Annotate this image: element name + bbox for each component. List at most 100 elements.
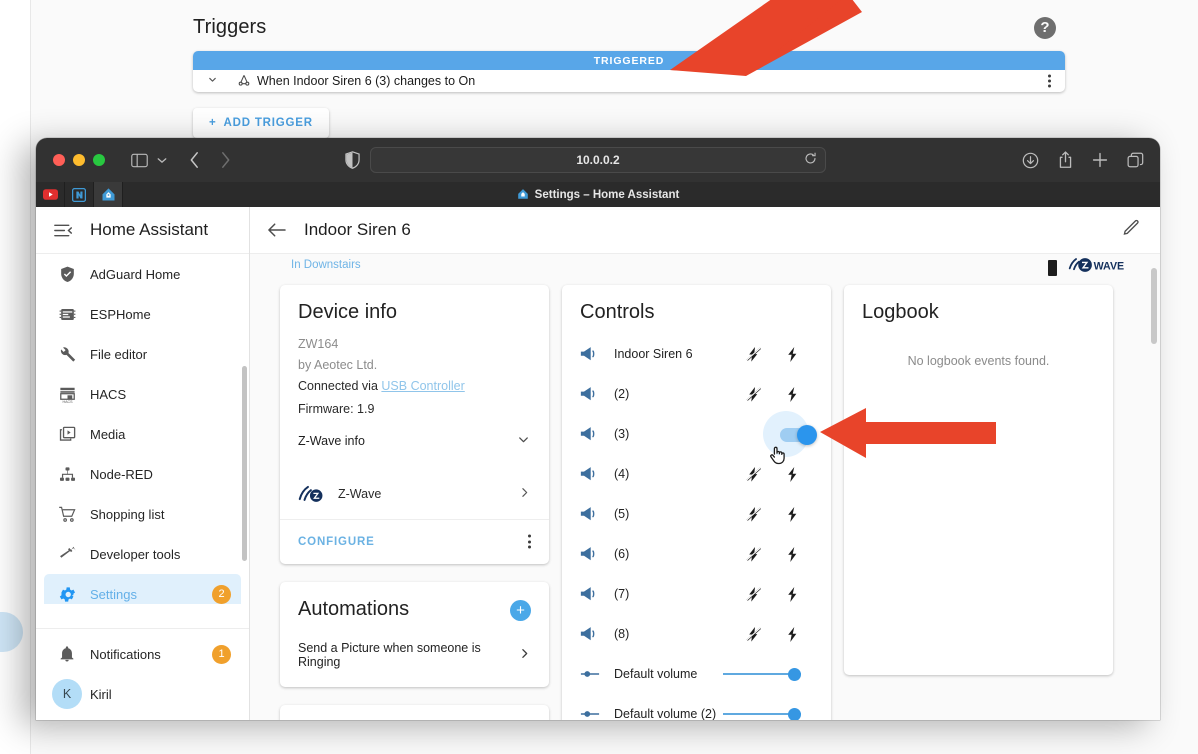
flash-off-icon[interactable]: [744, 506, 762, 523]
sidebar-toggle-icon[interactable]: [131, 153, 148, 168]
screenshot-root: Triggers ? TRIGGERED When Indoor Siren 6…: [0, 0, 1198, 754]
sidebar-item-esphome[interactable]: ESPHome: [44, 294, 241, 334]
sidebar-item-notifications[interactable]: Notifications 1: [44, 634, 241, 674]
flash-off-icon[interactable]: [744, 346, 762, 363]
downloads-icon[interactable]: [1022, 152, 1039, 169]
configure-button[interactable]: CONFIGURE: [298, 536, 375, 548]
help-circle-icon[interactable]: ?: [1034, 17, 1056, 39]
flash-icon[interactable]: [783, 626, 801, 643]
device-app-bar: Indoor Siren 6: [250, 207, 1160, 254]
window-traffic-lights[interactable]: [53, 154, 105, 166]
arrow-left-icon[interactable]: [250, 222, 304, 238]
flash-off-icon[interactable]: [744, 626, 762, 643]
sidebar-item-developer-tools[interactable]: Developer tools: [44, 534, 241, 574]
sidebar-item-shopping-list[interactable]: Shopping list: [44, 494, 241, 534]
sidebar-item-adguard-home[interactable]: AdGuard Home: [44, 254, 241, 294]
flash-icon[interactable]: [783, 546, 801, 563]
maximize-window-button[interactable]: [93, 154, 105, 166]
flash-icon[interactable]: [783, 346, 801, 363]
toolbar-right-icons: [1022, 138, 1144, 182]
sidebar-item-node-red[interactable]: Node-RED: [44, 454, 241, 494]
control-label: Default volume: [614, 667, 698, 681]
flash-off-icon[interactable]: [744, 466, 762, 483]
browser-back-button[interactable]: [189, 151, 200, 169]
new-tab-icon[interactable]: [1092, 152, 1108, 168]
control-actions: [744, 346, 815, 363]
close-window-button[interactable]: [53, 154, 65, 166]
sidebar-item-media[interactable]: Media: [44, 414, 241, 454]
sidebar-header: Home Assistant: [36, 207, 249, 254]
minimize-window-button[interactable]: [73, 154, 85, 166]
page-title: Indoor Siren 6: [304, 220, 411, 239]
flash-off-icon[interactable]: [744, 386, 762, 403]
control-row[interactable]: (7): [562, 574, 831, 614]
sidebar-item-file-editor[interactable]: File editor: [44, 334, 241, 374]
address-bar[interactable]: 10.0.0.2: [370, 147, 826, 173]
device-area-link[interactable]: In Downstairs: [291, 259, 361, 271]
control-row-slider[interactable]: Default volume: [562, 654, 831, 694]
tab-overview-icon[interactable]: [1127, 152, 1144, 169]
favorite-tab-youtube[interactable]: [36, 182, 65, 207]
plus-circle-icon[interactable]: +: [510, 599, 531, 621]
zwave-integration-row[interactable]: Z-Wave: [280, 468, 549, 519]
flash-off-icon[interactable]: [744, 586, 762, 603]
slider-handle[interactable]: [788, 667, 801, 681]
connected-via-prefix: Connected via: [298, 379, 382, 394]
volume-slider[interactable]: [723, 666, 801, 682]
avatar: K: [44, 679, 90, 709]
control-row[interactable]: (8): [562, 614, 831, 654]
browser-forward-button[interactable]: [220, 151, 231, 169]
reload-icon[interactable]: [804, 152, 817, 168]
control-label: (3): [614, 427, 630, 441]
sidebar-item-hacs[interactable]: HACS HACS: [44, 374, 241, 414]
sidebar-nav-list: AdGuard Home ESPHome File editor HACS HA…: [36, 254, 249, 604]
card-title: Controls: [580, 301, 655, 323]
content-scrollbar[interactable]: [1151, 268, 1157, 344]
sidebar-item-user[interactable]: K Kiril: [44, 674, 241, 714]
status-badge: 2: [212, 584, 231, 604]
sidebar-chevron-down-icon[interactable]: [157, 157, 167, 164]
slider-handle[interactable]: [788, 707, 801, 720]
control-row[interactable]: Indoor Siren 6: [562, 334, 831, 374]
kebab-menu-icon[interactable]: [528, 532, 531, 551]
flash-off-icon[interactable]: [744, 546, 762, 563]
kebab-menu-icon[interactable]: [1048, 73, 1051, 90]
control-row-slider[interactable]: Default volume (2): [562, 694, 831, 720]
chevron-down-icon[interactable]: [193, 73, 231, 89]
control-row[interactable]: (6): [562, 534, 831, 574]
control-row[interactable]: (5): [562, 494, 831, 534]
wrench-icon: [44, 345, 90, 364]
sidebar-item-label: Media: [90, 426, 126, 442]
siren-toggle-container[interactable]: [759, 411, 817, 464]
flash-icon[interactable]: [783, 386, 801, 403]
privacy-shield-icon[interactable]: [345, 151, 360, 169]
pencil-icon[interactable]: [1122, 219, 1140, 242]
favorite-tab-blue-app[interactable]: [65, 182, 94, 207]
control-row-toggle[interactable]: (3): [562, 411, 831, 464]
automation-list-item[interactable]: Send a Picture when someone is Ringing: [280, 627, 549, 687]
share-icon[interactable]: [1058, 151, 1073, 169]
favorite-tab-home-assistant[interactable]: [94, 182, 123, 207]
volume-slider[interactable]: [723, 706, 801, 720]
bullhorn-icon: [580, 426, 614, 442]
add-trigger-button[interactable]: + ADD TRIGGER: [193, 108, 329, 138]
sidebar-title: Home Assistant: [90, 220, 209, 239]
control-label: (5): [614, 507, 630, 521]
menu-collapse-icon[interactable]: [36, 223, 90, 238]
trigger-card[interactable]: TRIGGERED When Indoor Siren 6 (3) change…: [193, 51, 1065, 92]
control-row[interactable]: (4): [562, 454, 831, 494]
zwave-info-expander[interactable]: Z-Wave info: [298, 422, 531, 454]
siren-toggle-switch[interactable]: [780, 424, 817, 445]
flash-icon[interactable]: [783, 506, 801, 523]
bullhorn-icon: [580, 346, 614, 362]
slider-icon: [580, 668, 614, 680]
trigger-row[interactable]: When Indoor Siren 6 (3) changes to On: [193, 70, 1065, 92]
control-row[interactable]: (2): [562, 374, 831, 414]
control-actions: [744, 506, 815, 523]
cards-column-right: Logbook No logbook events found.: [844, 285, 1113, 720]
sidebar-item-settings[interactable]: Settings 2: [44, 574, 241, 604]
usb-controller-link[interactable]: USB Controller: [381, 379, 464, 393]
flash-icon[interactable]: [783, 586, 801, 603]
sidebar-item-label: ESPHome: [90, 306, 151, 322]
sidebar-scrollbar[interactable]: [242, 366, 247, 561]
